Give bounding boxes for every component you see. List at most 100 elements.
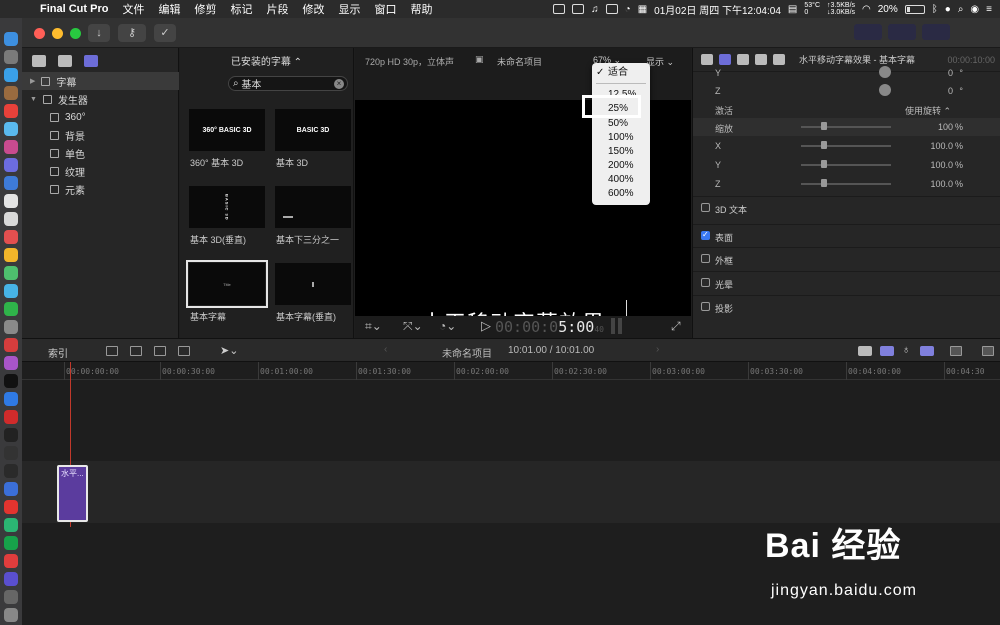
snapping-icon[interactable] — [920, 346, 934, 356]
menu-mark[interactable]: 标记 — [230, 1, 252, 17]
timeline-ruler[interactable]: 00:00:00:00 00:00:30:00 00:01:00:00 00:0… — [22, 362, 1000, 380]
vpn-icon[interactable] — [4, 482, 18, 496]
app-icon[interactable] — [4, 86, 18, 100]
slider-knob[interactable] — [821, 160, 827, 168]
title-thumbnail[interactable]: BASIC 3D — [275, 109, 351, 151]
search-field[interactable]: ⌕ 基本 × — [228, 76, 348, 91]
rotation-dial[interactable] — [879, 66, 891, 78]
netease-music-icon[interactable] — [4, 554, 18, 568]
title-clip[interactable]: 水平... — [57, 465, 88, 522]
sidebar-item-elements[interactable]: 元素 — [22, 180, 179, 198]
wifi-signal-icon[interactable]: ▤ — [788, 4, 797, 15]
title-thumbnail[interactable] — [275, 186, 351, 228]
menu-file[interactable]: 文件 — [122, 1, 144, 17]
safari-icon[interactable] — [4, 68, 18, 82]
slider-knob[interactable] — [821, 179, 827, 187]
zoom-option-50[interactable]: 50% — [592, 117, 650, 131]
app-icon[interactable] — [4, 122, 18, 136]
menu-help[interactable]: 帮助 — [410, 1, 432, 17]
headphones-icon[interactable]: ♁ — [902, 344, 910, 356]
display-icon[interactable] — [605, 4, 618, 14]
search-icon[interactable]: ⌕ — [958, 4, 964, 15]
zoom-option-150[interactable]: 150% — [592, 145, 650, 159]
effects-browser-icon[interactable] — [982, 346, 994, 356]
append-clip-icon[interactable] — [154, 346, 166, 356]
launchpad-icon[interactable] — [4, 50, 18, 64]
sidebar-item-titles[interactable]: ▶ 字幕 — [22, 72, 179, 90]
app-icon[interactable] — [4, 140, 18, 154]
menu-datetime[interactable]: 01月02日 周四 下午12:04:04 — [654, 2, 781, 17]
downloads-icon[interactable] — [4, 590, 18, 604]
param-value[interactable]: 0 — [948, 68, 953, 78]
overwrite-clip-icon[interactable] — [178, 346, 190, 356]
app-icon[interactable] — [4, 230, 18, 244]
param-value[interactable]: 100.0 — [930, 160, 953, 170]
wifi-icon[interactable]: ◠ — [862, 4, 871, 15]
yandex-icon[interactable] — [4, 500, 18, 514]
battery-percent[interactable]: 20% — [878, 4, 898, 15]
skimming-icon[interactable] — [858, 346, 872, 356]
select-tool-icon[interactable]: ➤⌄ — [220, 344, 238, 357]
app-icon[interactable] — [4, 518, 18, 532]
title-thumbnail[interactable] — [275, 263, 351, 305]
import-icon[interactable]: ↓ — [88, 24, 110, 42]
slider-knob[interactable] — [821, 141, 827, 149]
network-speed-readout[interactable]: ↑3.5KB/s ↓3.0KB/s — [827, 2, 855, 16]
user-icon[interactable]: ● — [945, 4, 951, 15]
menu-trim[interactable]: 修剪 — [194, 1, 216, 17]
app-icon[interactable] — [4, 446, 18, 460]
search-input[interactable]: 基本 — [241, 76, 261, 91]
sidebar-item-textures[interactable]: 纹理 — [22, 162, 179, 180]
apple-icon[interactable] — [12, 2, 26, 16]
show-timeline-button[interactable] — [888, 24, 916, 40]
checkbox[interactable] — [701, 302, 710, 311]
app-icon[interactable] — [4, 212, 18, 226]
checkbox[interactable] — [701, 254, 710, 263]
connect-clip-icon[interactable] — [106, 346, 118, 356]
calendar-icon[interactable]: ▦ — [638, 4, 647, 15]
clock-icon[interactable]: ◔ — [625, 4, 631, 15]
timecode-display[interactable]: 00:00:05:0040 — [495, 318, 604, 336]
vivaldi-icon[interactable] — [4, 410, 18, 424]
trash-icon[interactable] — [4, 608, 18, 622]
sidebar-item-360[interactable]: 360° — [22, 108, 179, 126]
app-icon[interactable] — [4, 464, 18, 478]
battery-icon[interactable] — [904, 4, 925, 14]
terminal-icon[interactable] — [4, 428, 18, 442]
titles-generators-icon[interactable] — [84, 54, 98, 67]
scale-slider[interactable] — [801, 122, 891, 130]
libraries-icon[interactable] — [32, 54, 46, 67]
menu-modify[interactable]: 修改 — [302, 1, 324, 17]
animate-popup[interactable]: 使用旋转 ⌃ — [905, 104, 951, 117]
disclosure-icon[interactable]: ▶ — [30, 77, 35, 85]
zoom-option-100[interactable]: 100% — [592, 131, 650, 145]
minimize-window-button[interactable] — [52, 28, 63, 39]
wechat-icon[interactable] — [4, 302, 18, 316]
param-value[interactable]: 100.0 — [930, 179, 953, 189]
play-icon[interactable]: ▷ — [481, 318, 491, 334]
section-outline[interactable]: 外框 — [693, 247, 1000, 269]
photos-audio-icon[interactable] — [58, 54, 72, 67]
app-icon[interactable] — [4, 284, 18, 298]
timeline-index-button[interactable]: 索引 — [48, 345, 68, 360]
zoom-option-600[interactable]: 600% — [592, 187, 650, 201]
scale-z-slider[interactable] — [801, 179, 891, 187]
chrome-icon[interactable] — [4, 104, 18, 118]
finder-icon[interactable] — [4, 32, 18, 46]
sidebar-item-backgrounds[interactable]: 背景 — [22, 126, 179, 144]
close-window-button[interactable] — [34, 28, 45, 39]
forward-arrow-icon[interactable]: › — [656, 344, 659, 355]
app-icon[interactable] — [4, 158, 18, 172]
zoom-option-400[interactable]: 400% — [592, 173, 650, 187]
zoom-window-button[interactable] — [70, 28, 81, 39]
back-arrow-icon[interactable]: ‹ — [384, 344, 387, 355]
tray-app-icon[interactable] — [553, 4, 566, 14]
primary-storyline[interactable] — [22, 461, 1000, 523]
transform-icon[interactable]: ⤧⌄ — [403, 319, 423, 334]
app-icon[interactable] — [4, 338, 18, 352]
insert-clip-icon[interactable] — [130, 346, 142, 356]
disclosure-icon[interactable]: ▼ — [30, 96, 37, 103]
checkbox-checked[interactable] — [701, 230, 710, 240]
section-face[interactable]: 表面 — [693, 224, 1000, 246]
zoom-option-fit[interactable]: 适合 — [592, 66, 650, 80]
